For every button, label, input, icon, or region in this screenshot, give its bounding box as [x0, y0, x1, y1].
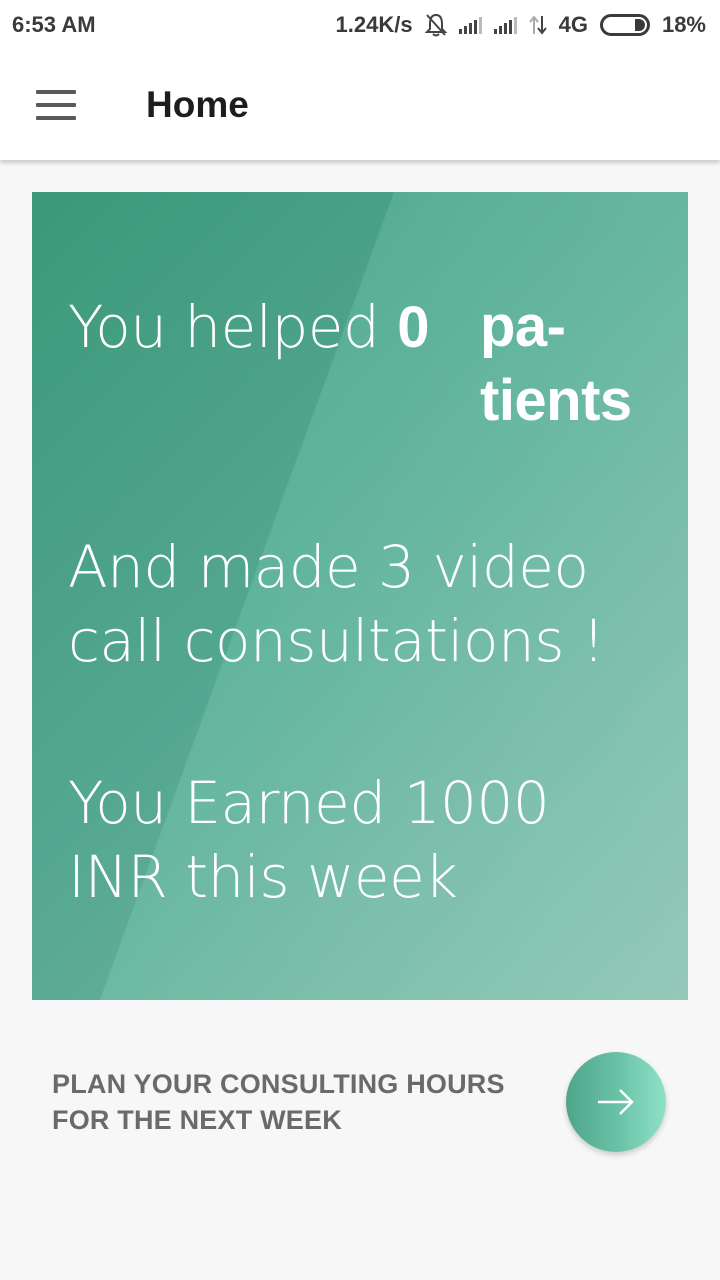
plan-hours-label[interactable]: PLAN YOUR CONSULTING HOURS FOR THE NEXT … [52, 1066, 562, 1138]
hamburger-menu-icon[interactable] [36, 90, 76, 120]
weekly-stats-card: You helped 0 pa- tients And made 3 video… [32, 192, 688, 1000]
signal-icon [493, 16, 517, 34]
status-time: 6:53 AM [12, 12, 96, 37]
status-icons: 1.24K/s 4G 18% [336, 12, 706, 38]
battery-icon [599, 14, 650, 36]
battery-percent: 18% [661, 12, 706, 37]
helped-prefix: You helped [68, 293, 380, 361]
status-bar: 6:53 AM 1.24K/s 4G 18% [0, 0, 720, 50]
data-transfer-icon [528, 15, 547, 35]
patients-helped-text: You helped 0 pa- tients [68, 290, 668, 433]
network-speed: 1.24K/s [335, 12, 413, 37]
app-bar: Home [0, 50, 720, 160]
video-consultations-text: And made 3 video call consultations ! [68, 533, 605, 675]
earnings-text: You Earned 1000 INR this week [68, 769, 550, 911]
bell-off-icon [424, 13, 447, 37]
network-type: 4G [558, 12, 588, 37]
plan-hours-next-button[interactable] [566, 1052, 666, 1152]
patients-count: 0 [397, 295, 429, 360]
arrow-right-icon [598, 1089, 634, 1115]
patients-unit: pa- tients [480, 294, 632, 433]
signal-icon [458, 16, 482, 34]
page-title: Home [146, 84, 249, 125]
